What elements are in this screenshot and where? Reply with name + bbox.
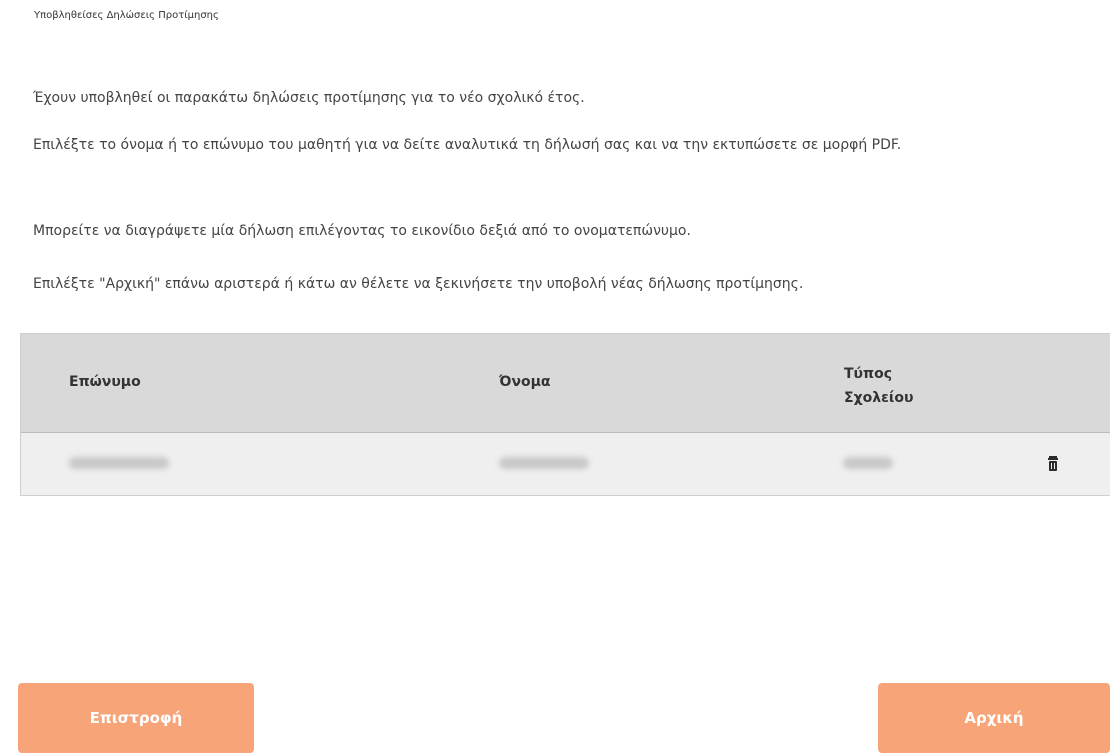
column-header-name: Όνομα	[499, 374, 551, 390]
back-button[interactable]: Επιστροφή	[18, 683, 254, 753]
page: Υποβληθείσες Δηλώσεις Προτίμησης Έχουν υ…	[0, 0, 1110, 756]
table-header: Επώνυμο Όνομα Τύπος Σχολείου	[21, 334, 1110, 433]
column-header-school-type: Τύπος Σχολείου	[844, 366, 914, 406]
instructions-view-text: Επιλέξτε το όνομα ή το επώνυμο του μαθητ…	[33, 137, 902, 153]
row-name-link[interactable]	[499, 457, 589, 469]
home-button[interactable]: Αρχική	[878, 683, 1110, 753]
table-row	[21, 433, 1110, 495]
declarations-table: Επώνυμο Όνομα Τύπος Σχολείου	[20, 333, 1110, 496]
trash-icon[interactable]	[1045, 455, 1061, 473]
intro-text: Έχουν υποβληθεί οι παρακάτω δηλώσεις προ…	[33, 90, 585, 106]
instructions-home-text: Επιλέξτε "Αρχική" επάνω αριστερά ή κάτω …	[33, 276, 804, 292]
row-school-type	[843, 457, 893, 469]
column-header-surname: Επώνυμο	[69, 374, 141, 390]
row-surname-link[interactable]	[69, 457, 169, 469]
breadcrumb: Υποβληθείσες Δηλώσεις Προτίμησης	[34, 10, 219, 21]
instructions-delete-text: Μπορείτε να διαγράψετε μία δήλωση επιλέγ…	[33, 223, 691, 239]
